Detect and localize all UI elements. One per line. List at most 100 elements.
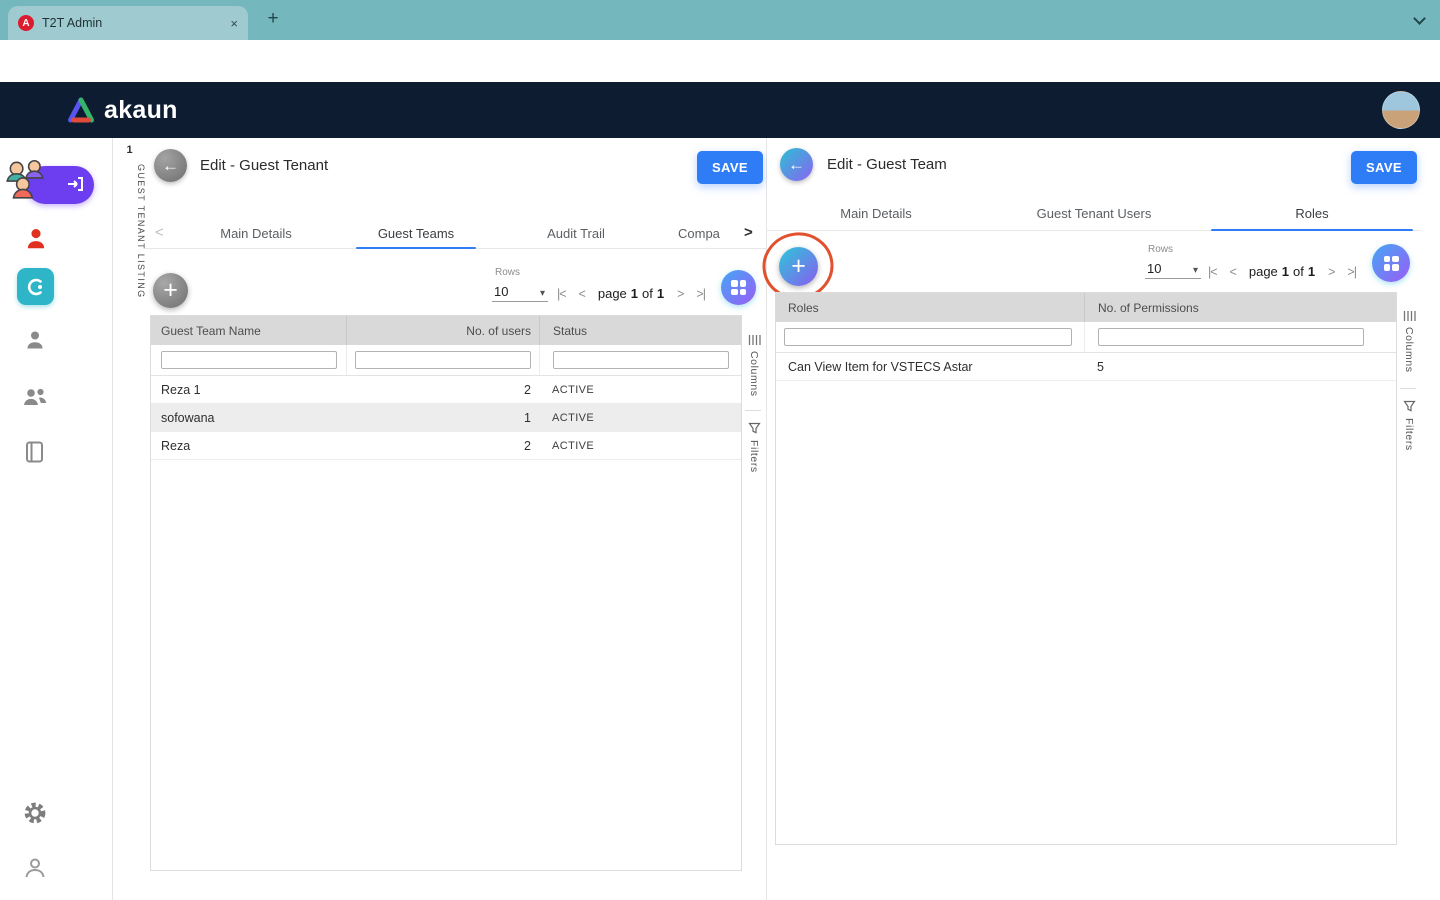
roles-filter-input[interactable] <box>784 328 1072 346</box>
cell-permissions: 5 <box>1084 353 1396 380</box>
red-person-applet-icon[interactable] <box>23 226 49 257</box>
exit-icon <box>65 174 85 194</box>
filters-tool[interactable]: Filters <box>1399 400 1419 451</box>
rows-label: Rows <box>1148 244 1173 255</box>
rows-per-page-select[interactable]: 10 ▾ <box>492 281 548 302</box>
table-filter-row <box>151 345 741 376</box>
table-row[interactable]: Reza 2 ACTIVE <box>151 432 741 460</box>
guest-team-panel: ← Edit - Guest Team SAVE Main Details Gu… <box>767 138 1440 900</box>
grid-view-button[interactable] <box>1372 244 1410 282</box>
tab-company[interactable]: Compa <box>666 218 740 248</box>
grid-icon <box>1384 256 1399 271</box>
first-page-button[interactable]: |< <box>557 287 566 301</box>
screen: A T2T Admin × + ← → akaun.cloud/#/applet… <box>0 0 1440 900</box>
tab-guest-teams[interactable]: Guest Teams <box>346 218 486 248</box>
page-info: page1of1 <box>1249 264 1315 279</box>
table-header-row: Guest Team Name No. of users Status <box>151 316 741 345</box>
cell-status: ACTIVE <box>539 432 741 459</box>
rows-value: 10 <box>494 284 508 299</box>
no-of-users-filter-input[interactable] <box>355 351 531 369</box>
akaun-logo-icon <box>66 96 96 124</box>
save-button[interactable]: SAVE <box>697 151 763 184</box>
tab-bar: Main Details Guest Tenant Users Roles <box>767 196 1421 231</box>
grid-view-button[interactable] <box>721 270 756 305</box>
pagination: |< < page1of1 > >| <box>557 286 705 301</box>
tab-guest-tenant-users[interactable]: Guest Tenant Users <box>985 196 1203 230</box>
guest-tenant-panel: ← Edit - Guest Tenant SAVE < Main Detail… <box>145 138 766 900</box>
columns-tool[interactable]: Columns <box>1399 310 1419 373</box>
caret-down-icon: ▾ <box>540 288 545 299</box>
last-page-button[interactable]: >| <box>696 287 705 301</box>
teal-applet-icon[interactable] <box>17 268 54 305</box>
journal-menu-icon[interactable] <box>23 440 47 469</box>
add-guest-team-button[interactable]: + <box>153 273 188 308</box>
cell-role: Can View Item for VSTECS Astar <box>776 353 1084 380</box>
tools-separator <box>1400 388 1416 389</box>
guest-team-name-filter-input[interactable] <box>161 351 337 369</box>
roles-table: Roles No. of Permissions Can View Item f… <box>775 292 1397 845</box>
table-header-row: Roles No. of Permissions <box>776 293 1396 322</box>
next-page-button[interactable]: > <box>677 287 683 301</box>
filters-label: Filters <box>1403 418 1415 451</box>
first-page-button[interactable]: |< <box>1208 265 1217 279</box>
filter-funnel-icon <box>748 422 761 435</box>
columns-label: Columns <box>1403 327 1415 373</box>
prev-page-button[interactable]: < <box>1230 265 1236 279</box>
tab-main-details[interactable]: Main Details <box>186 218 326 248</box>
save-button[interactable]: SAVE <box>1351 151 1417 184</box>
tab-title: T2T Admin <box>42 16 222 30</box>
tab-search-chevron-icon[interactable] <box>1413 12 1426 25</box>
status-filter-input[interactable] <box>553 351 729 369</box>
back-button[interactable]: ← <box>154 149 187 182</box>
grid-icon <box>731 280 746 295</box>
browser-tab[interactable]: A T2T Admin × <box>8 6 248 40</box>
permissions-filter-input[interactable] <box>1098 328 1364 346</box>
cell-users: 1 <box>346 404 539 431</box>
tools-separator <box>745 410 761 411</box>
tabs-scroll-right-icon[interactable]: > <box>744 224 753 241</box>
cell-name: sofowana <box>151 404 346 431</box>
settings-gear-icon[interactable] <box>22 800 48 831</box>
table-filter-row <box>776 322 1396 353</box>
people-menu-icon[interactable] <box>21 384 49 415</box>
rows-value: 10 <box>1147 261 1161 276</box>
tab-favicon-icon: A <box>18 15 34 31</box>
tab-main-details[interactable]: Main Details <box>767 196 985 230</box>
page-info: page1of1 <box>598 286 664 301</box>
tab-close-icon[interactable]: × <box>230 16 238 31</box>
cell-status: ACTIVE <box>539 376 741 403</box>
col-header-no-of-users: No. of users <box>346 316 539 345</box>
col-header-roles: Roles <box>776 293 1084 322</box>
next-page-button[interactable]: > <box>1328 265 1334 279</box>
user-avatar[interactable] <box>1382 91 1420 129</box>
filters-tool[interactable]: Filters <box>744 422 764 473</box>
cell-users: 2 <box>346 376 539 403</box>
rows-per-page-select[interactable]: 10 ▾ <box>1145 258 1201 279</box>
add-role-button[interactable]: + <box>779 247 818 286</box>
table-row[interactable]: sofowana 1 ACTIVE <box>151 404 741 432</box>
table-row[interactable]: Can View Item for VSTECS Astar 5 <box>776 353 1396 381</box>
back-button[interactable]: ← <box>780 148 813 181</box>
filter-funnel-icon <box>1403 400 1416 413</box>
columns-tool[interactable]: Columns <box>744 334 764 397</box>
page-title: Edit - Guest Team <box>827 156 947 173</box>
table-row[interactable]: Reza 1 2 ACTIVE <box>151 376 741 404</box>
profile-outline-icon[interactable] <box>23 856 47 885</box>
col-header-status: Status <box>539 316 741 345</box>
person-menu-icon[interactable] <box>23 328 47 357</box>
col-header-no-of-permissions: No. of Permissions <box>1084 293 1396 322</box>
tab-roles[interactable]: Roles <box>1203 196 1421 230</box>
rows-label: Rows <box>495 267 520 278</box>
page-title: Edit - Guest Tenant <box>200 157 328 174</box>
tabs-scroll-left-icon[interactable]: < <box>155 224 164 241</box>
prev-page-button[interactable]: < <box>579 287 585 301</box>
listing-index: 1 <box>113 144 146 156</box>
new-tab-button[interactable]: + <box>260 6 286 32</box>
guest-teams-table: Guest Team Name No. of users Status Reza… <box>150 315 742 871</box>
app-navbar: akaun <box>0 82 1440 138</box>
guest-tenant-applet-icon[interactable] <box>2 156 50 207</box>
tab-audit-trail[interactable]: Audit Trail <box>506 218 646 248</box>
columns-label: Columns <box>748 351 760 397</box>
last-page-button[interactable]: >| <box>1347 265 1356 279</box>
columns-icon <box>1403 310 1416 322</box>
